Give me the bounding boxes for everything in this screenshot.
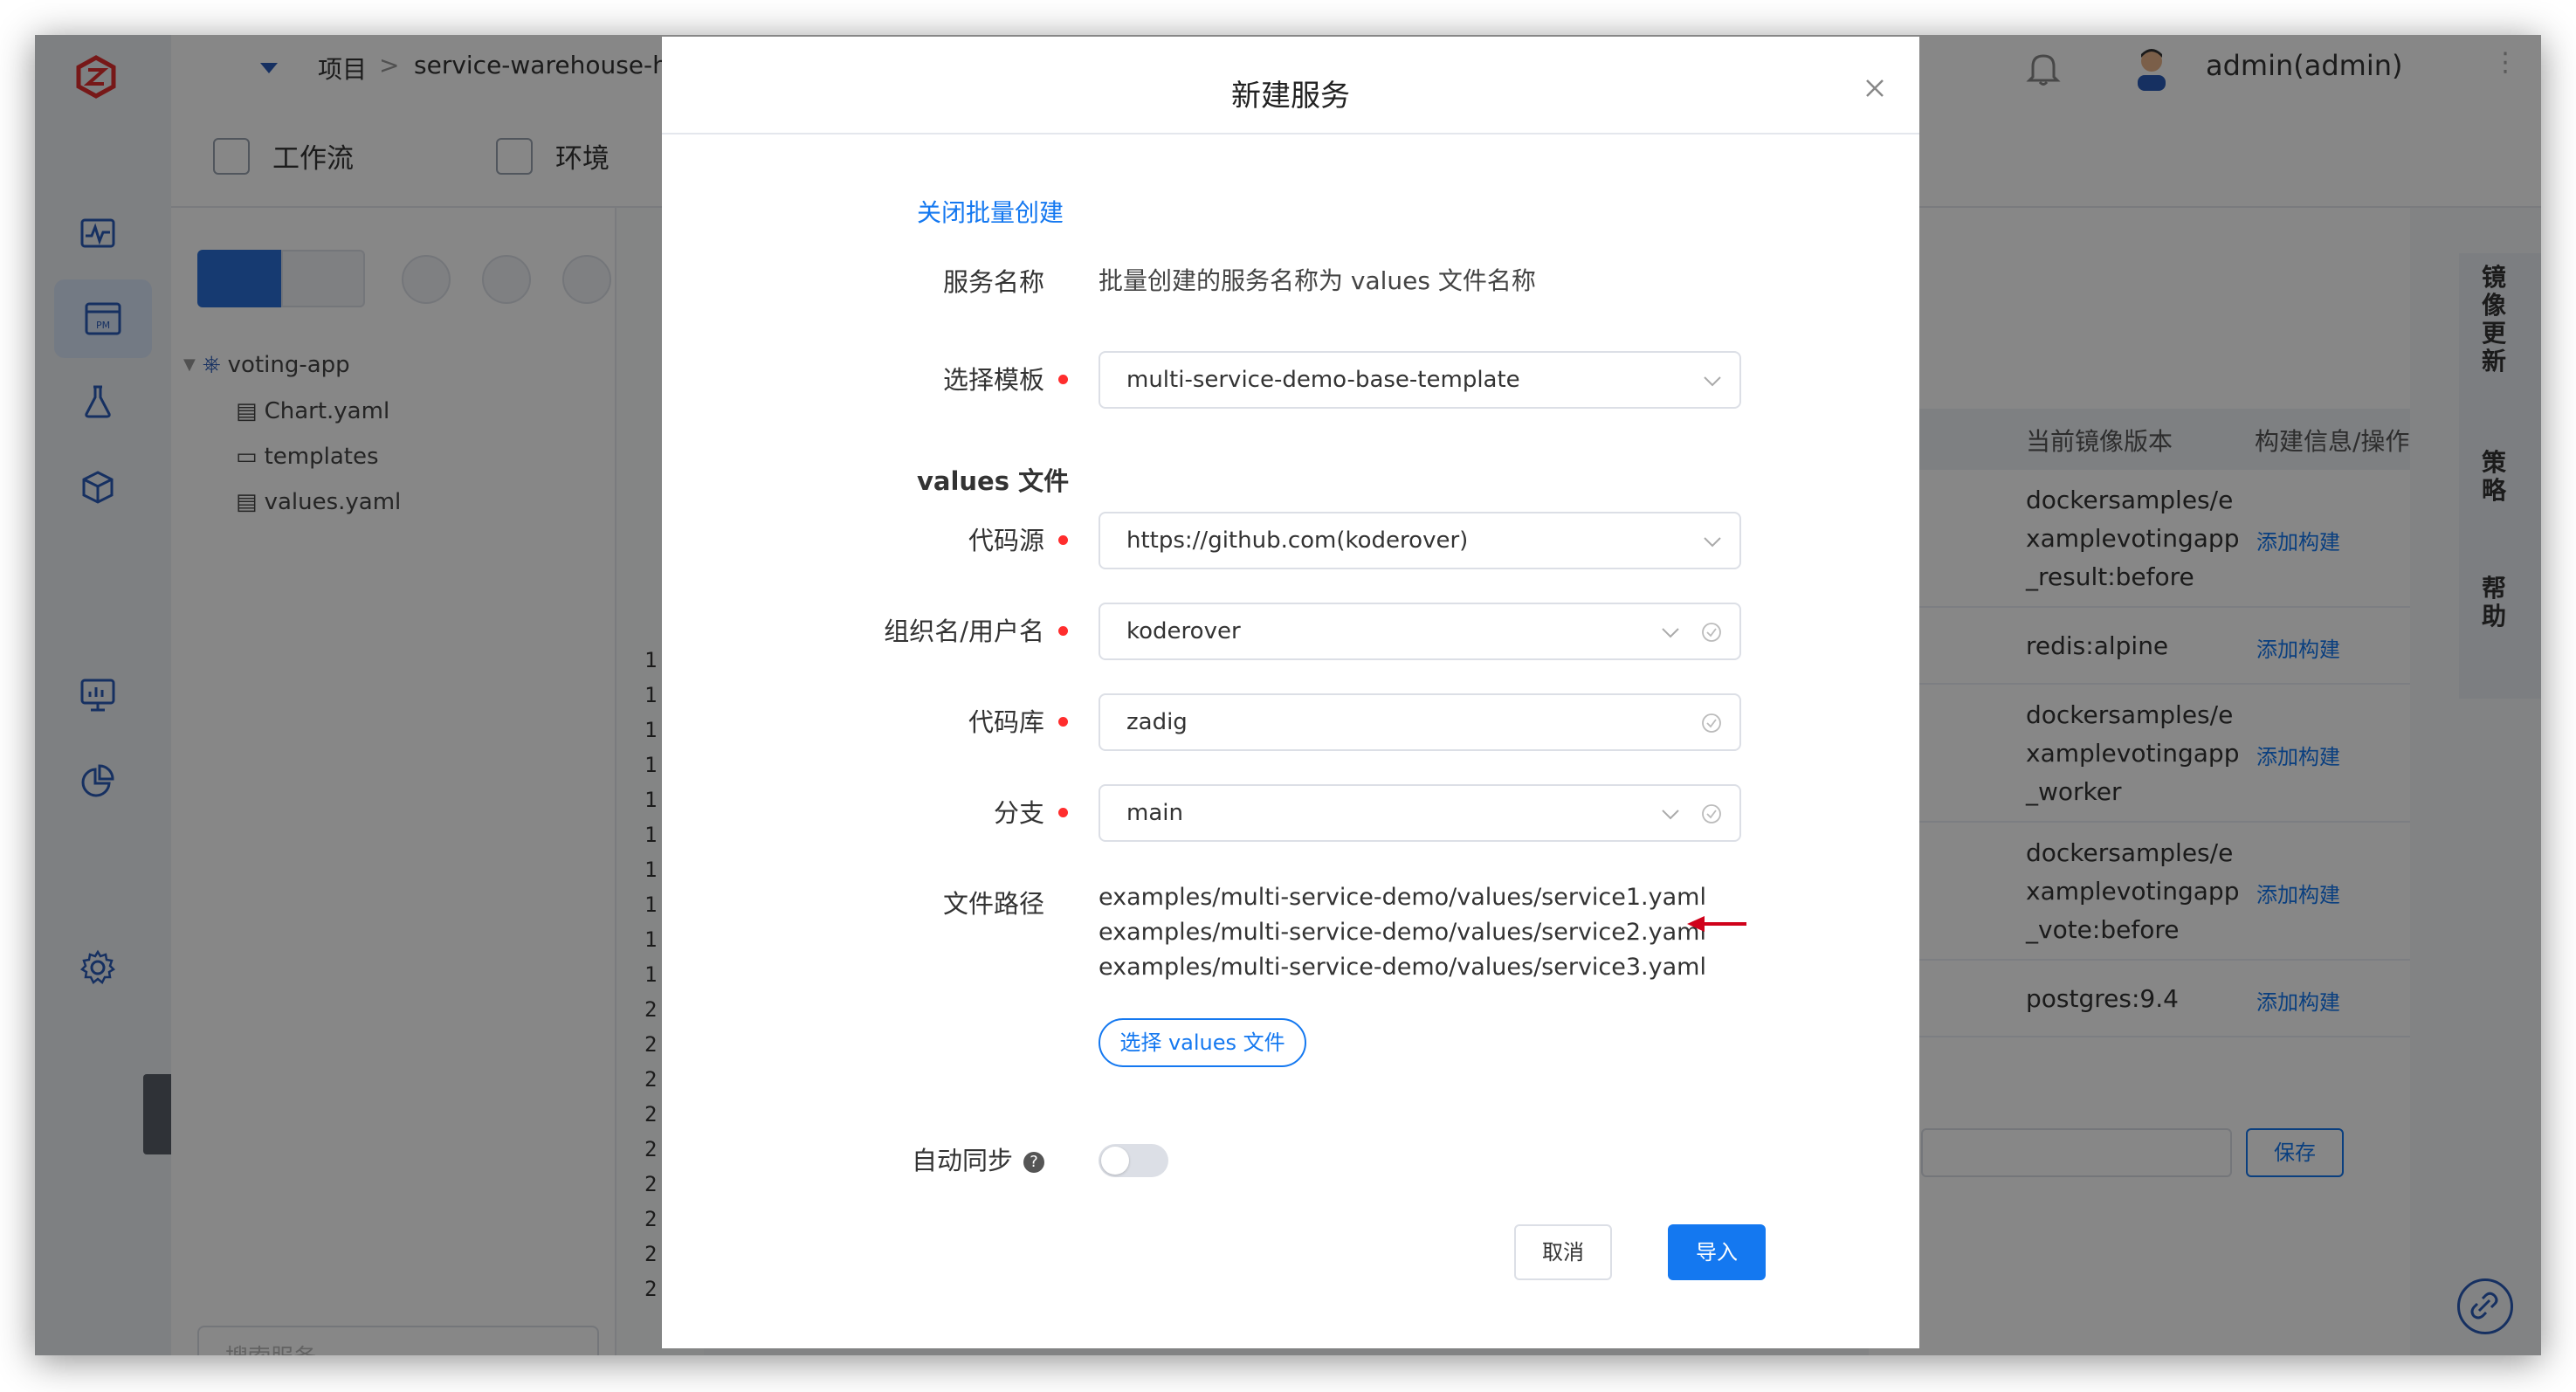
toggle-knob — [1101, 1147, 1129, 1175]
chevron-down-icon — [1662, 810, 1679, 820]
check-circle-icon — [1702, 804, 1721, 823]
branch-label: 分支 — [993, 798, 1044, 828]
codehost-select[interactable]: https://github.com(koderover) — [1099, 512, 1741, 569]
file-path-item: examples/multi-service-demo/values/servi… — [1099, 954, 1706, 981]
annotation-arrow-icon — [1687, 916, 1746, 932]
template-label: 选择模板 — [942, 365, 1044, 395]
import-button[interactable]: 导入 — [1668, 1224, 1766, 1280]
help-icon[interactable]: ? — [1023, 1152, 1044, 1173]
auto-sync-label-text: 自动同步 — [911, 1146, 1013, 1175]
template-select-value: multi-service-demo-base-template — [1126, 367, 1520, 393]
branch-select-value: main — [1126, 800, 1183, 826]
filepath-label: 文件路径 — [942, 889, 1044, 919]
org-select-value: koderover — [1126, 618, 1241, 644]
auto-sync-label: 自动同步? — [817, 1140, 1044, 1177]
template-select[interactable]: multi-service-demo-base-template — [1099, 351, 1741, 409]
codehost-select-value: https://github.com(koderover) — [1126, 527, 1469, 554]
app-window: PM 项目 > service-warehouse-helm admin(adm… — [35, 35, 2541, 1355]
required-dot — [1058, 626, 1068, 636]
service-name-hint: 批量创建的服务名称为 values 文件名称 — [1099, 266, 1536, 295]
org-select[interactable]: koderover — [1099, 603, 1741, 660]
required-dot — [1058, 808, 1068, 817]
check-circle-icon — [1702, 713, 1721, 733]
branch-select[interactable]: main — [1099, 784, 1741, 842]
required-dot — [1058, 535, 1068, 545]
chevron-down-icon — [1704, 537, 1721, 548]
close-batch-create-link[interactable]: 关闭批量创建 — [917, 194, 1064, 229]
required-dot — [1058, 375, 1068, 384]
service-name-label: 服务名称 — [942, 267, 1044, 297]
chevron-down-icon — [1704, 376, 1721, 387]
codehost-label: 代码源 — [968, 526, 1044, 555]
org-label: 组织名/用户名 — [884, 617, 1044, 646]
check-circle-icon — [1702, 623, 1721, 642]
auto-sync-toggle[interactable] — [1099, 1144, 1168, 1177]
required-dot — [1058, 717, 1068, 727]
new-service-dialog: 新建服务 关闭批量创建 服务名称 批量创建的服务名称为 values 文件名称 … — [662, 37, 1919, 1348]
select-values-file-button[interactable]: 选择 values 文件 — [1099, 1018, 1306, 1067]
cancel-button[interactable]: 取消 — [1514, 1224, 1612, 1280]
values-section-title: values 文件 — [917, 466, 1070, 496]
dialog-header: 新建服务 — [662, 37, 1919, 134]
dialog-title: 新建服务 — [1231, 79, 1350, 114]
close-icon[interactable] — [1862, 75, 1888, 101]
repo-select[interactable]: zadig — [1099, 693, 1741, 751]
chevron-down-icon — [1662, 628, 1679, 638]
file-path-item: examples/multi-service-demo/values/servi… — [1099, 884, 1706, 911]
repo-select-value: zadig — [1126, 709, 1188, 735]
file-path-item: examples/multi-service-demo/values/servi… — [1099, 919, 1706, 946]
repo-label: 代码库 — [968, 707, 1044, 737]
